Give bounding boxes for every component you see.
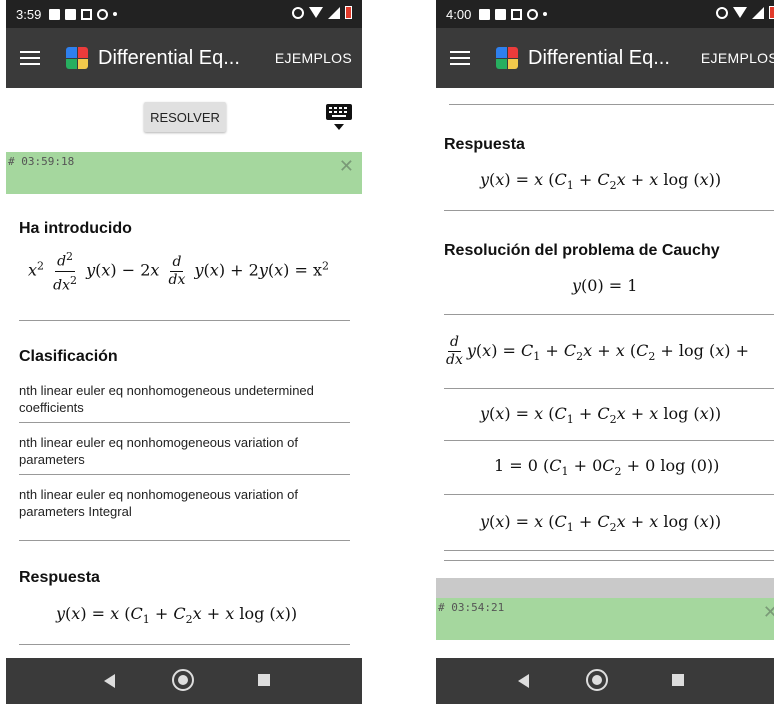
- cauchy-condition: y(0) = 1: [572, 276, 638, 295]
- phone-screen-right: 4:00 Differential Eq... EJEMPLOS Respues…: [436, 0, 774, 704]
- answer-heading: Respuesta: [444, 136, 525, 153]
- divider: [19, 540, 350, 541]
- notification-icon: [495, 8, 507, 20]
- answer-heading: Respuesta: [19, 569, 100, 586]
- phone-screen-left: 3:59 Differential Eq... EJEMPLOS RESOLVE…: [6, 0, 362, 704]
- final-equation: y(x) = x (C1 + C2x + x log (x)): [480, 512, 722, 535]
- ejemplos-button[interactable]: EJEMPLOS: [701, 50, 774, 66]
- signal-icon: [752, 6, 764, 19]
- wifi-icon: [309, 7, 323, 18]
- divider: [444, 314, 774, 315]
- substitution-equation: 1 = 0 (C1 + 0C2 + 0 log (0)): [494, 456, 720, 479]
- status-time: 4:00: [446, 6, 472, 22]
- status-time: 3:59: [16, 6, 42, 22]
- separator-band: [436, 578, 774, 598]
- close-icon[interactable]: ✕: [339, 156, 354, 177]
- home-icon[interactable]: [586, 669, 608, 691]
- app-bar: Differential Eq... EJEMPLOS: [436, 28, 774, 88]
- dot-icon: [113, 12, 118, 16]
- answer-equation: y(x) = x (C1 + C2x + x log (x)): [480, 170, 722, 193]
- divider: [444, 550, 774, 551]
- result-banner: # 03:59:18 ✕: [6, 152, 362, 194]
- notification-icon: [97, 8, 109, 20]
- classification-item: nth linear euler eq nonhomogeneous varia…: [19, 487, 298, 519]
- solution-equation: y(x) = x (C1 + C2x + x log (x)): [480, 404, 722, 427]
- wifi-icon: [733, 7, 747, 18]
- divider: [444, 560, 774, 561]
- answer-equation: y(x) = x (C1 + C2x + x log (x)): [56, 604, 298, 627]
- back-icon[interactable]: [518, 674, 529, 688]
- battery-icon: [769, 6, 774, 19]
- divider: [444, 210, 774, 211]
- battery-icon: [345, 6, 352, 19]
- result-content[interactable]: Respuesta y(x) = x (C1 + C2x + x log (x)…: [436, 88, 774, 658]
- recents-icon[interactable]: [258, 674, 270, 686]
- classification-heading: Clasificación: [19, 348, 118, 365]
- divider: [19, 644, 350, 645]
- alarm-icon: [292, 6, 304, 19]
- app-logo-icon: [66, 47, 88, 69]
- status-bar: 4:00: [436, 0, 774, 28]
- app-title: Differential Eq...: [98, 46, 240, 69]
- cauchy-heading: Resolución del problema de Cauchy: [444, 242, 720, 259]
- derivative-equation: d dx y(x) = C1 + C2x + x (C2 + log (x) +: [446, 334, 749, 368]
- divider: [19, 422, 350, 423]
- classification-item: nth linear euler eq nonhomogeneous undet…: [19, 383, 314, 415]
- menu-icon[interactable]: [20, 51, 40, 65]
- app-logo-icon: [496, 47, 518, 69]
- divider: [19, 474, 350, 475]
- classification-item: nth linear euler eq nonhomogeneous varia…: [19, 435, 298, 467]
- result-timestamp: # 03:59:18: [8, 155, 75, 168]
- result-content[interactable]: RESOLVER # 03:59:18 ✕ Ha introducido x2 …: [6, 88, 362, 658]
- keyboard-icon[interactable]: [326, 102, 352, 132]
- equation-rhs: = x: [294, 260, 322, 280]
- divider: [444, 494, 774, 495]
- notification-icon: [81, 8, 93, 20]
- notification-icon: [49, 8, 61, 20]
- notification-icon: [527, 8, 539, 20]
- divider: [444, 440, 774, 441]
- divider: [19, 320, 350, 321]
- nav-bar: [436, 658, 774, 704]
- app-title: Differential Eq...: [528, 46, 670, 69]
- app-bar: Differential Eq... EJEMPLOS: [6, 28, 362, 88]
- notification-icon: [511, 8, 523, 20]
- result-timestamp: # 03:54:21: [438, 601, 505, 614]
- divider: [449, 104, 774, 105]
- signal-icon: [328, 6, 340, 19]
- divider: [444, 388, 774, 389]
- status-bar: 3:59: [6, 0, 362, 28]
- close-icon[interactable]: ✕: [763, 602, 774, 623]
- nav-bar: [6, 658, 362, 704]
- menu-icon[interactable]: [450, 51, 470, 65]
- introduced-heading: Ha introducido: [19, 220, 132, 237]
- dot-icon: [543, 12, 548, 16]
- notification-icon: [65, 8, 77, 20]
- result-banner: # 03:54:21 ✕: [436, 598, 774, 640]
- resolver-button[interactable]: RESOLVER: [144, 102, 226, 132]
- alarm-icon: [716, 6, 728, 19]
- home-icon[interactable]: [172, 669, 194, 691]
- notification-icon: [479, 8, 491, 20]
- input-equation: x2 d2 dx2 y(x) − 2x d dx y(x) + 2y(x) = x2: [28, 250, 329, 294]
- ejemplos-button[interactable]: EJEMPLOS: [275, 50, 352, 66]
- back-icon[interactable]: [104, 674, 115, 688]
- recents-icon[interactable]: [672, 674, 684, 686]
